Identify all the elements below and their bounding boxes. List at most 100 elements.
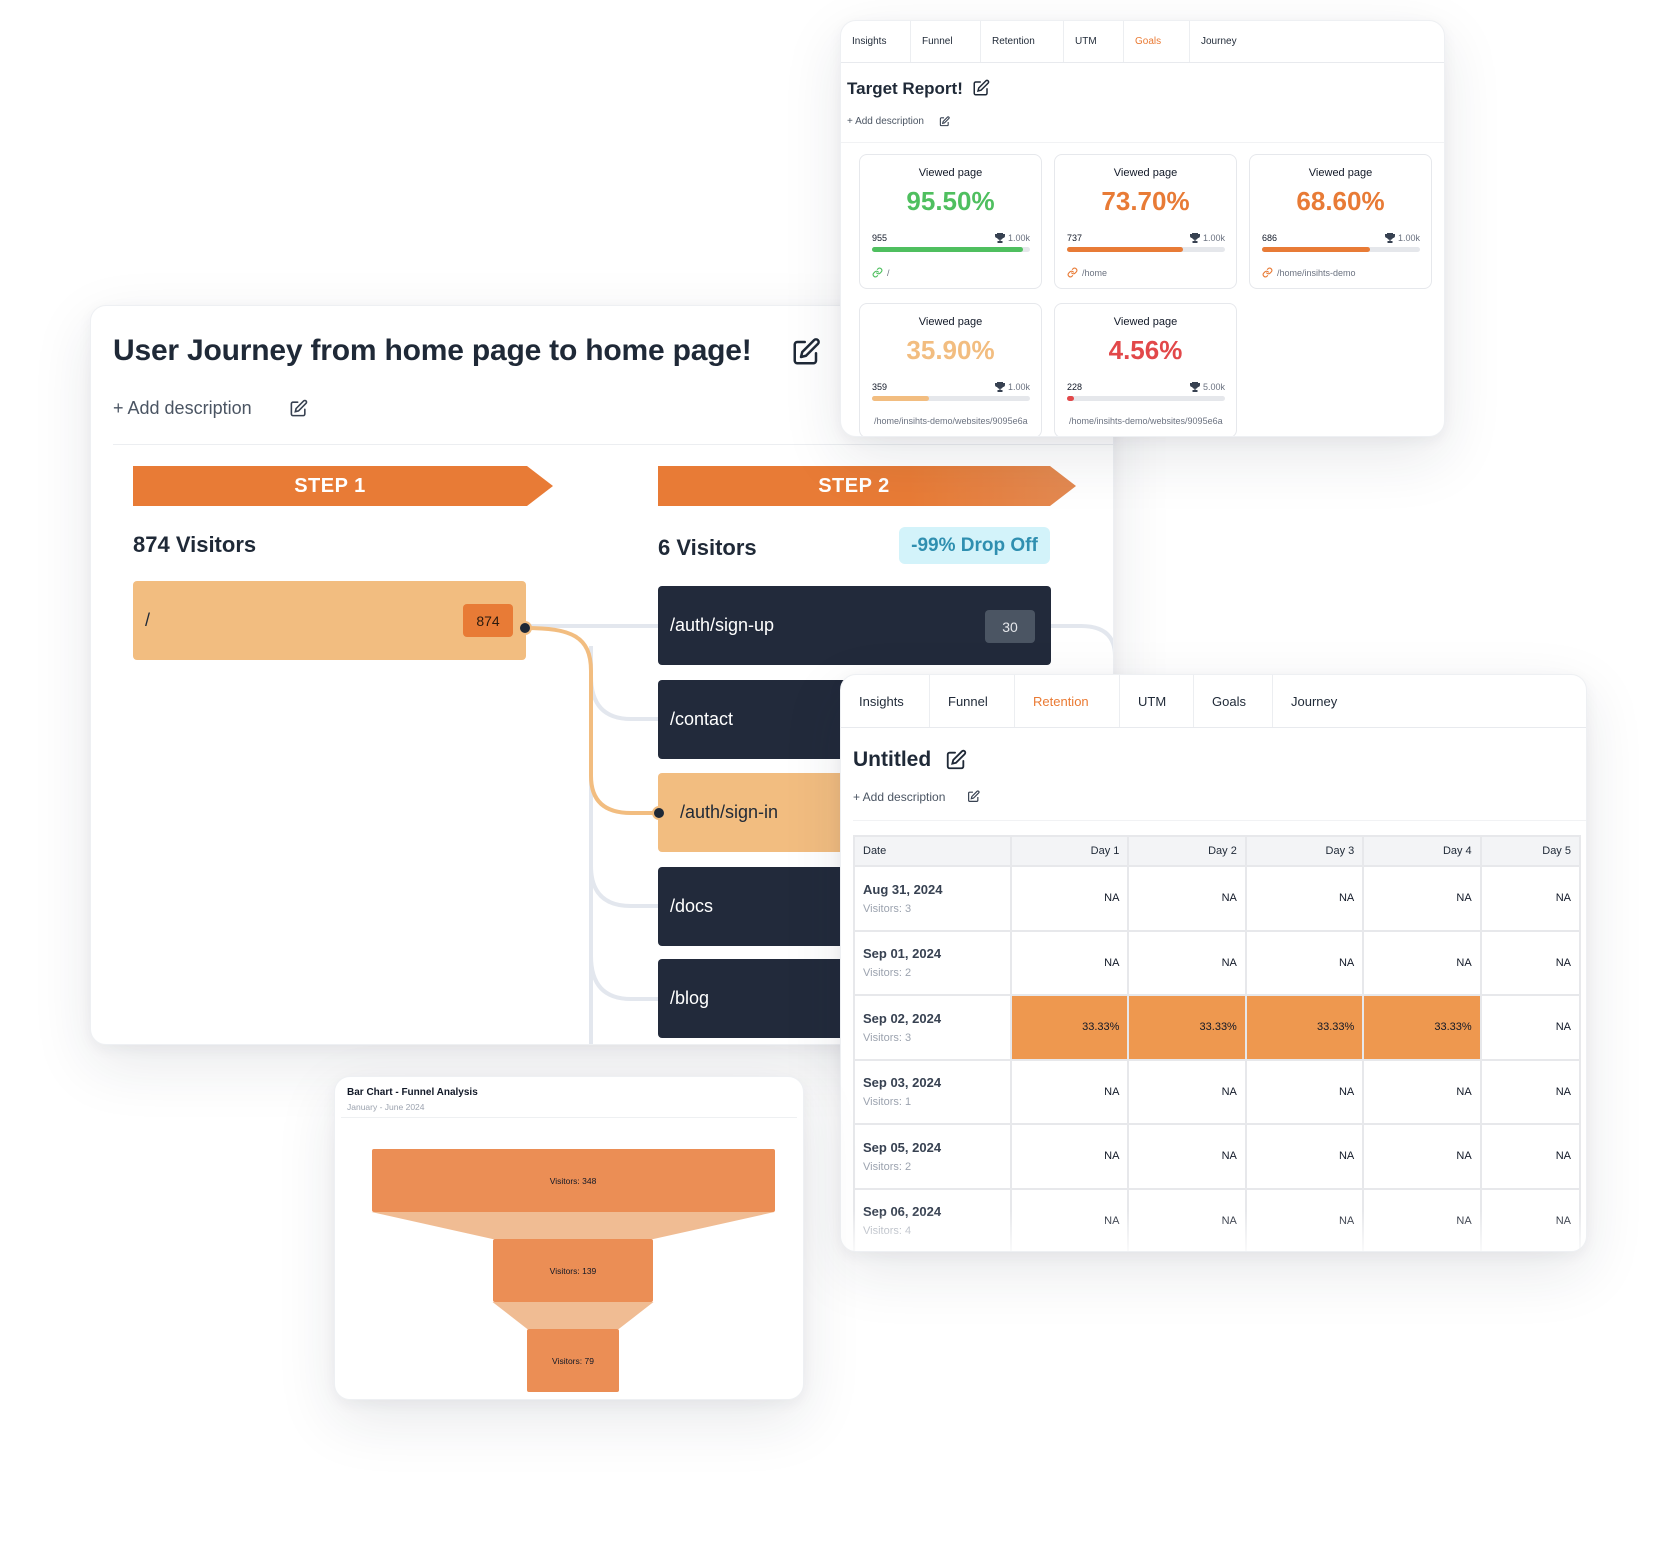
- tab-insights[interactable]: Insights: [841, 675, 930, 727]
- divider: [841, 142, 1444, 143]
- table-row: Sep 05, 2024 Visitors: 2 NA NA NA NA NA: [853, 1123, 1582, 1190]
- link-icon: [1067, 267, 1078, 278]
- retention-cell: NA: [1362, 865, 1482, 932]
- goal-percent: 73.70%: [1101, 186, 1190, 216]
- cohort-visitors: Visitors: 1: [863, 1096, 912, 1109]
- goal-path: /home: [1067, 267, 1225, 278]
- add-description-link[interactable]: + Add description: [847, 116, 924, 127]
- column-header: Day 3: [1244, 835, 1365, 867]
- retention-title: Untitled: [853, 748, 932, 771]
- tab-utm[interactable]: UTM: [1064, 21, 1124, 62]
- goal-path-text: /home/insihts-demo/websites/9095e6a: [1069, 416, 1223, 426]
- edit-title-icon[interactable]: [945, 749, 967, 771]
- goal-target-value: 5.00k: [1202, 382, 1225, 392]
- goal-count: 955: [872, 233, 888, 243]
- edit-description-icon[interactable]: [939, 116, 950, 127]
- goal-percent: 35.90%: [906, 335, 995, 365]
- column-header: Day 5: [1479, 835, 1582, 867]
- cohort-date: Sep 02, 2024: [863, 1010, 942, 1026]
- goal-card[interactable]: Viewed page 35.90% 359 1.00k/home/insihts-d…: [859, 303, 1042, 436]
- goal-path: /home/insihts-demo: [1262, 267, 1420, 278]
- goal-label: Viewed page: [1308, 167, 1373, 179]
- funnel-bar[interactable]: Visitors: 139: [492, 1239, 654, 1302]
- goal-percent: 68.60%: [1296, 186, 1385, 216]
- tab-utm[interactable]: UTM: [1120, 675, 1194, 727]
- funnel-bar[interactable]: Visitors: 79: [527, 1329, 619, 1392]
- column-header: Day 1: [1009, 835, 1130, 867]
- retention-cell: NA: [1127, 1123, 1247, 1190]
- goal-target-value: 1.00k: [1202, 233, 1225, 243]
- retention-cell: NA: [1127, 1058, 1247, 1125]
- table-row: Sep 02, 2024 Visitors: 3 33.33% 33.33% 33.33…: [853, 994, 1582, 1061]
- retention-cell: 33.33%: [1362, 994, 1482, 1061]
- tab-funnel[interactable]: Funnel: [930, 675, 1015, 727]
- retention-cell: NA: [1009, 929, 1130, 996]
- date-cell: Aug 31, 2024 Visitors: 3: [853, 865, 1012, 932]
- goal-target-value: 1.00k: [1397, 233, 1420, 243]
- goal-target-value: 1.00k: [1007, 382, 1030, 392]
- goal-label: Viewed page: [1113, 316, 1178, 328]
- tab-journey[interactable]: Journey: [1273, 675, 1363, 727]
- tab-retention[interactable]: Retention: [1015, 675, 1120, 727]
- goal-label: Viewed page: [918, 316, 983, 328]
- goal-target: 1.00k: [994, 233, 1030, 243]
- tab-goals[interactable]: Goals: [1124, 21, 1190, 62]
- funnel-bar[interactable]: Visitors: 348: [371, 1149, 775, 1212]
- goal-progress-fill: [872, 247, 1023, 252]
- funnel-chart-card: Bar Chart - Funnel Analysis January - Ju…: [334, 1076, 804, 1400]
- retention-tab-bar: Insights Funnel Retention UTM Goals Journey: [841, 675, 1586, 728]
- retention-cell: NA: [1362, 1058, 1482, 1125]
- goal-count: 686: [1262, 233, 1278, 243]
- tab-journey[interactable]: Journey: [1190, 21, 1270, 62]
- date-cell: Sep 05, 2024 Visitors: 2: [853, 1123, 1012, 1190]
- goal-label: Viewed page: [1113, 167, 1178, 179]
- tab-goals[interactable]: Goals: [1194, 675, 1273, 727]
- goal-path: /home/insihts-demo/websites/9095e6a: [874, 416, 1033, 426]
- goal-target: 1.00k: [1384, 233, 1420, 243]
- retention-cell: NA: [1009, 865, 1130, 932]
- cohort-visitors: Visitors: 3: [863, 1031, 912, 1044]
- link-icon: [1262, 267, 1273, 278]
- divider: [853, 820, 1586, 821]
- goal-path-text: /: [887, 267, 890, 278]
- tab-funnel[interactable]: Funnel: [911, 21, 981, 62]
- goal-progress-fill: [872, 396, 929, 401]
- goal-card[interactable]: Viewed page 95.50% 955 1.00k /: [859, 154, 1042, 289]
- edit-title-icon[interactable]: [972, 79, 990, 97]
- retention-cell: NA: [1362, 929, 1482, 996]
- table-row: Aug 31, 2024 Visitors: 3 NA NA NA NA NA: [853, 865, 1582, 932]
- funnel-plot: Visitors: 348 Visitors: 139 Visitors: 79: [335, 1077, 803, 1399]
- date-cell: Sep 03, 2024 Visitors: 1: [853, 1058, 1012, 1125]
- goal-card[interactable]: Viewed page 73.70% 737 1.00k/home: [1054, 154, 1237, 289]
- date-cell: Sep 01, 2024 Visitors: 2: [853, 929, 1012, 996]
- cohort-date: Sep 05, 2024: [863, 1139, 942, 1155]
- retention-cell: 33.33%: [1244, 994, 1365, 1061]
- retention-cell: 33.33%: [1009, 994, 1130, 1061]
- cohort-date: Sep 03, 2024: [863, 1075, 942, 1091]
- goal-progress-bar: [1067, 247, 1225, 252]
- goal-card[interactable]: Viewed page 68.60% 686 1.00k/home/insihts-d…: [1249, 154, 1432, 289]
- retention-cell: NA: [1009, 1058, 1130, 1125]
- edge-handle-sign-in: [652, 806, 666, 820]
- goals-title: Target Report!: [847, 79, 963, 98]
- trophy-icon: [1384, 233, 1395, 243]
- goal-card[interactable]: Viewed page 4.56% 228 5.00k/home/insihts-de…: [1054, 303, 1237, 436]
- goal-label: Viewed page: [918, 167, 983, 179]
- goal-progress-fill: [1262, 247, 1371, 252]
- trophy-icon: [994, 233, 1005, 243]
- goal-progress-fill: [1067, 247, 1184, 252]
- retention-cell: NA: [1479, 1058, 1582, 1125]
- table-row: Sep 01, 2024 Visitors: 2 NA NA NA NA NA: [853, 929, 1582, 996]
- edit-description-icon[interactable]: [967, 790, 980, 803]
- retention-cell: NA: [1009, 1123, 1130, 1190]
- add-description-link[interactable]: + Add description: [853, 790, 945, 804]
- goal-progress-bar: [872, 247, 1030, 252]
- tab-retention[interactable]: Retention: [981, 21, 1064, 62]
- goal-path-text: /home/insihts-demo: [1277, 267, 1356, 278]
- goal-path: /home/insihts-demo/websites/9095e6a: [1069, 416, 1228, 426]
- goal-target-value: 1.00k: [1007, 233, 1030, 243]
- retention-cell: NA: [1479, 1123, 1582, 1190]
- retention-card: Insights Funnel Retention UTM Goals Journey U…: [840, 674, 1587, 1252]
- goal-percent: 95.50%: [906, 186, 995, 216]
- tab-insights[interactable]: Insights: [841, 21, 911, 62]
